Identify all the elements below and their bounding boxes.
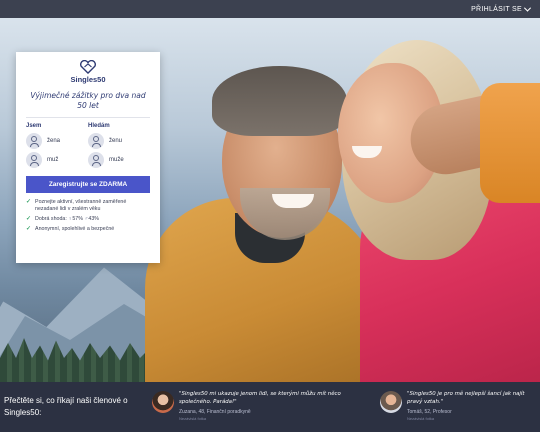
avatar [380, 391, 402, 413]
option-label: ženu [109, 138, 123, 145]
testimonial-quote: "Singles50 mi ukazuje jenom lidi, se kte… [179, 391, 341, 405]
gender-selector: Jsem žena muž Hledám ženu muže [26, 123, 150, 171]
i-am-column: Jsem žena muž [26, 123, 88, 171]
testimonial-content: "Singles50 je pro mě nejlepší šancí jak … [407, 391, 540, 421]
looking-for-column: Hledám ženu muže [88, 123, 150, 171]
testimonial-item: "Singles50 mi ukazuje jenom lidi, se kte… [152, 391, 372, 421]
check-icon: ✓ [26, 199, 32, 206]
testimonial-bar: Přečtěte si, co říkají naši členové o Si… [0, 382, 540, 432]
benefit-text: Dobrá shoda: ♀57% ♂43% [35, 216, 99, 223]
benefit-list: ✓ Poznejte aktivní, všestranně zaměřené … [26, 199, 150, 233]
heart-logo-icon [80, 60, 96, 74]
looking-woman-option[interactable]: ženu [88, 133, 150, 150]
i-am-man-option[interactable]: muž [26, 152, 88, 169]
match-men: 43% [88, 216, 99, 223]
login-button[interactable]: PŘIHLÁSIT SE [471, 4, 532, 13]
looking-for-heading: Hledám [88, 123, 110, 130]
man-hair [212, 66, 347, 136]
man-icon [88, 152, 104, 169]
woman-icon [88, 133, 104, 150]
benefit-item: ✓ Dobrá shoda: ♀57% ♂43% [26, 216, 150, 223]
match-women: 57% [72, 216, 83, 223]
match-label: Dobrá shoda: [35, 216, 67, 223]
tagline: Výjimečné zážitky pro dva nad 50 let [30, 91, 146, 111]
benefit-text: Poznejte aktivní, všestranně zaměřené ne… [35, 199, 127, 213]
woman-icon [26, 133, 42, 150]
option-label: muže [109, 157, 124, 164]
logo-text: Singles50 [70, 75, 106, 84]
man-icon [26, 152, 42, 169]
check-icon: ✓ [26, 216, 32, 223]
top-bar: PŘIHLÁSIT SE [0, 0, 540, 18]
photo-badge: Nezávislá fotka [179, 415, 207, 421]
testimonial-author: Zuzana, 48, Finanční poradkyně [179, 408, 251, 415]
register-button[interactable]: Zaregistrujte se ZDARMA [26, 176, 150, 194]
photo-badge: Nezávislá fotka [407, 415, 435, 421]
login-label: PŘIHLÁSIT SE [471, 5, 522, 13]
testimonial-content: "Singles50 mi ukazuje jenom lidi, se kte… [179, 391, 372, 421]
benefit-item: ✓ Poznejte aktivní, všestranně zaměřené … [26, 199, 150, 213]
i-am-heading: Jsem [26, 123, 42, 130]
signup-card: Singles50 Výjimečné zážitky pro dva nad … [16, 52, 160, 263]
testimonial-item: "Singles50 je pro mě nejlepší šancí jak … [380, 391, 540, 421]
testimonial-author: Tomáš, 52, Profesor [407, 408, 452, 415]
benefit-item: ✓ Anonymní, spolehlivé a bezpečné [26, 226, 150, 233]
option-label: žena [47, 138, 61, 145]
testimonial-quote: "Singles50 je pro mě nejlepší šancí jak … [407, 391, 525, 405]
sleeve [480, 83, 540, 203]
check-icon: ✓ [26, 225, 32, 232]
option-label: muž [47, 157, 59, 164]
avatar [152, 391, 174, 413]
benefit-text: Anonymní, spolehlivé a bezpečné [35, 225, 115, 232]
looking-man-option[interactable]: muže [88, 152, 150, 169]
i-am-woman-option[interactable]: žena [26, 133, 88, 150]
divider [26, 117, 150, 119]
chevron-down-icon [523, 4, 532, 12]
testimonial-heading: Přečtěte si, co říkají naši členové o Si… [4, 396, 128, 417]
logo: Singles50 [26, 60, 150, 84]
